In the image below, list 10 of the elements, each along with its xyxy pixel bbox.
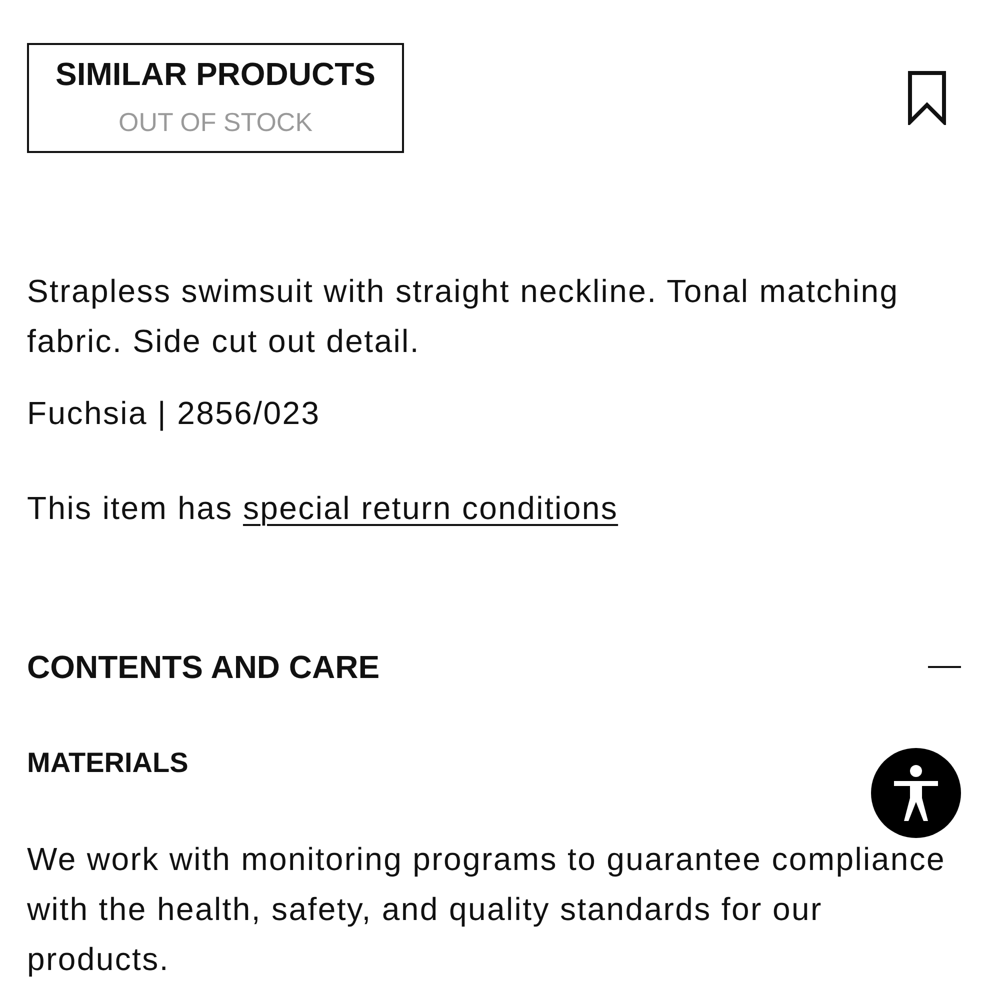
similar-products-button[interactable]: SIMILAR PRODUCTS OUT OF STOCK bbox=[27, 43, 404, 153]
materials-text: We work with monitoring programs to guarantee compliance with the health, safety, and quality standards for our products. bbox=[27, 840, 947, 979]
return-notice: This item has special return conditions bbox=[27, 489, 620, 528]
bookmark-icon[interactable] bbox=[908, 71, 946, 125]
product-description: Strapless swimsuit with straight neckline. Tonal matching fabric. Side cut out detail. bbox=[27, 272, 900, 361]
return-conditions-link[interactable]: special return conditions bbox=[242, 490, 618, 526]
color-and-reference: Fuchsia | 2856/023 bbox=[27, 394, 322, 433]
subsection-heading: MATERIALS bbox=[27, 746, 190, 780]
person-icon bbox=[894, 765, 938, 821]
section-toggle[interactable]: CONTENTS AND CARE bbox=[27, 642, 973, 692]
